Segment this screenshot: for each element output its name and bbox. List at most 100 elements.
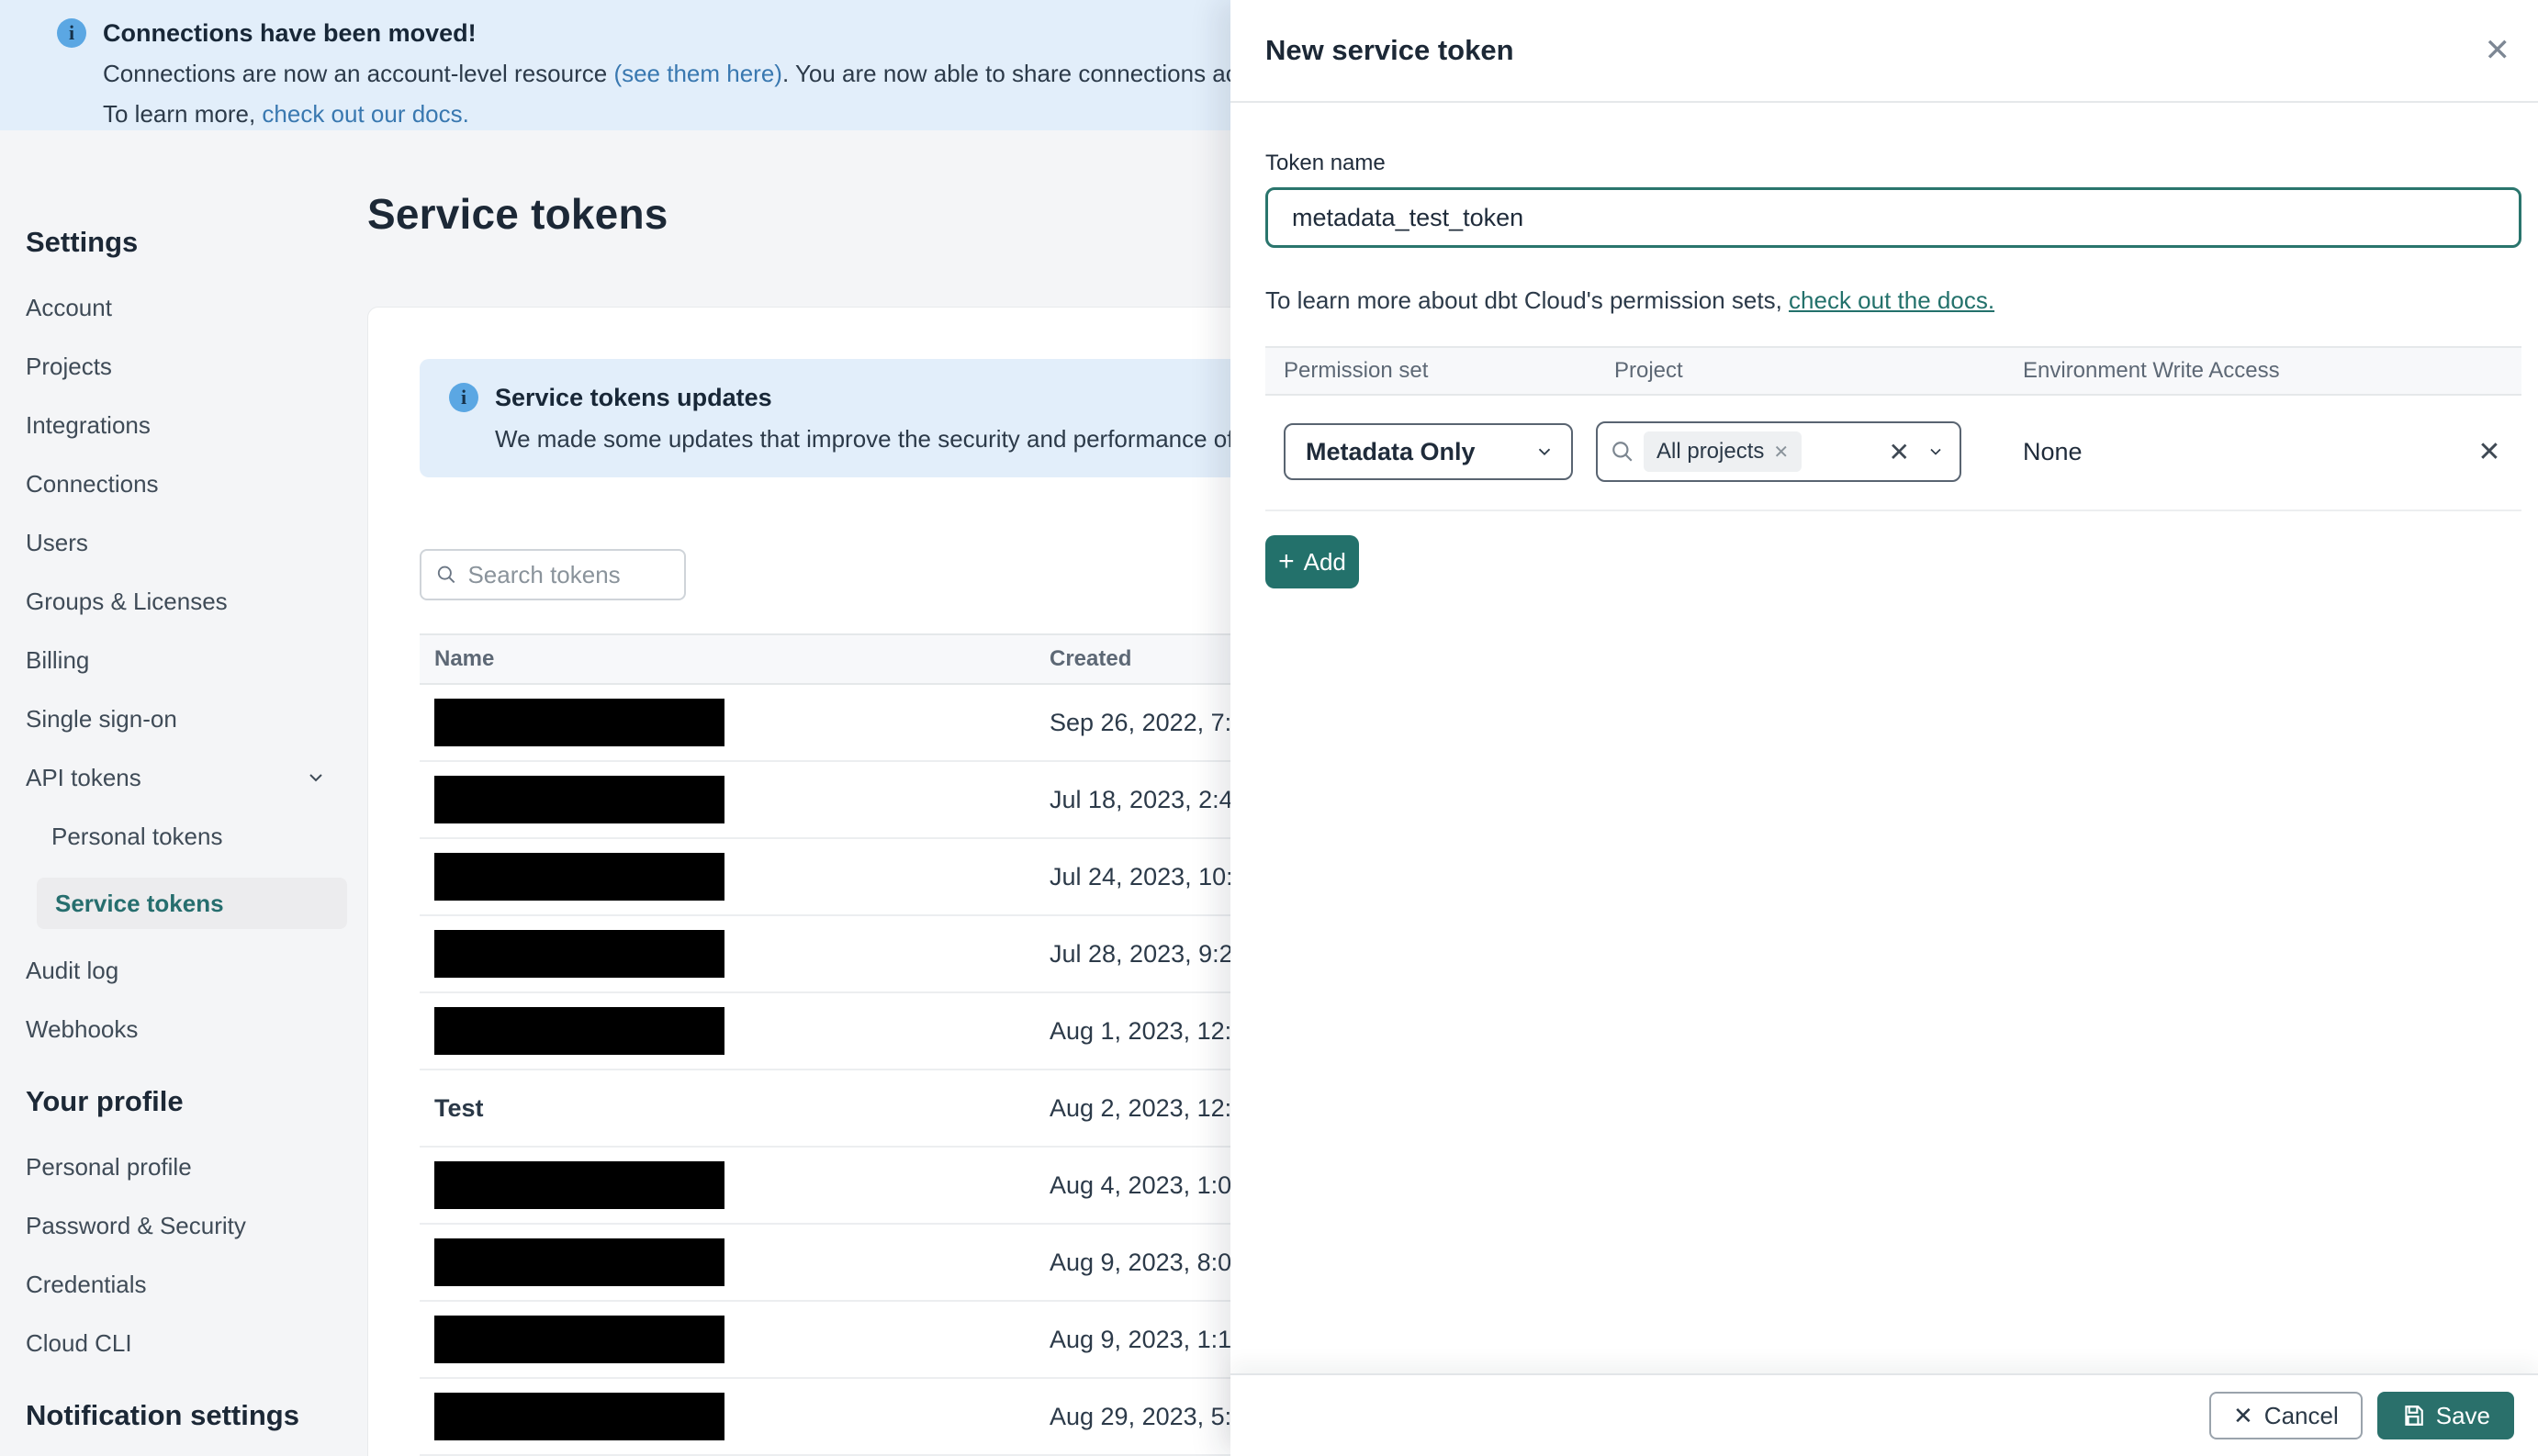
token-name-cell: Test: [420, 1094, 1050, 1123]
sidebar-item-service-tokens[interactable]: Service tokens: [37, 878, 347, 929]
token-name-text: Test: [434, 1093, 484, 1122]
banner-title: Connections have been moved!: [103, 18, 477, 47]
sidebar-item-label: Users: [26, 529, 88, 556]
sidebar-item-integrations[interactable]: Integrations: [26, 411, 347, 439]
sidebar-item-projects[interactable]: Projects: [26, 353, 347, 380]
sidebar-item-webhooks[interactable]: Webhooks: [26, 1015, 347, 1043]
search-tokens-box[interactable]: [420, 549, 686, 600]
close-icon[interactable]: ✕: [2485, 35, 2511, 66]
sidebar-item-cloud-cli[interactable]: Cloud CLI: [26, 1329, 347, 1357]
column-header-project: Project: [1614, 358, 1683, 383]
sidebar-item-users[interactable]: Users: [26, 529, 347, 556]
banner-line2-text: Connections are now an account-level res…: [103, 60, 614, 87]
redacted-token-name: [434, 1393, 724, 1440]
sidebar-heading-settings: Settings: [26, 226, 139, 258]
see-them-here-link[interactable]: (see them here): [613, 60, 782, 87]
permission-row: Metadata Only All projects ✕ ✕ None ✕: [1265, 396, 2521, 511]
sidebar-item-label: Service tokens: [55, 890, 224, 917]
sidebar-item-label: Personal profile: [26, 1153, 192, 1181]
sidebar-item-label: Cloud CLI: [26, 1329, 132, 1357]
close-icon: ✕: [2233, 1401, 2253, 1429]
redacted-token-name: [434, 699, 724, 746]
sidebar-item-label: Integrations: [26, 411, 151, 439]
sidebar-item-credentials[interactable]: Credentials: [26, 1271, 347, 1298]
save-button[interactable]: Save: [2376, 1392, 2514, 1439]
chevron-down-icon: [1534, 442, 1555, 462]
redacted-token-name: [434, 930, 724, 978]
redacted-token-name: [434, 1238, 724, 1286]
drawer-footer: ✕ Cancel Save: [1230, 1373, 2538, 1456]
redacted-token-name: [434, 1161, 724, 1209]
sidebar-item-label: Personal tokens: [51, 823, 223, 850]
sidebar-item-connections[interactable]: Connections: [26, 470, 347, 498]
clear-selection-icon[interactable]: ✕: [1889, 437, 1910, 467]
search-icon: [1612, 442, 1633, 462]
redacted-token-name: [434, 1007, 724, 1055]
token-name-input[interactable]: [1292, 203, 2495, 232]
sidebar-item-audit-log[interactable]: Audit log: [26, 957, 347, 984]
chip-remove-icon[interactable]: ✕: [1773, 441, 1789, 464]
sidebar-item-label: Account: [26, 294, 112, 321]
sidebar-item-label: API tokens: [26, 764, 141, 791]
add-permission-button[interactable]: + Add: [1265, 535, 1359, 588]
token-name-label: Token name: [1265, 151, 1386, 175]
banner-line3-text: To learn more,: [103, 100, 263, 128]
column-header-name: Name: [434, 646, 495, 671]
search-icon: [437, 566, 455, 584]
remove-row-icon[interactable]: ✕: [2457, 436, 2521, 468]
helper-text: To learn more about dbt Cloud's permissi…: [1265, 286, 1790, 314]
column-header-permission-set: Permission set: [1284, 358, 1429, 383]
project-multiselect[interactable]: All projects ✕ ✕: [1596, 421, 1961, 482]
permission-sets-helper: To learn more about dbt Cloud's permissi…: [1265, 286, 2521, 315]
token-name-cell: [420, 776, 1050, 823]
sidebar-item-single-sign-on[interactable]: Single sign-on: [26, 705, 347, 733]
token-name-cell: [420, 1238, 1050, 1286]
info-icon: i: [57, 18, 86, 48]
column-header-env-write-access: Environment Write Access: [2023, 358, 2280, 383]
sidebar-item-label: Single sign-on: [26, 705, 177, 733]
permission-docs-link[interactable]: check out the docs.: [1789, 286, 1994, 314]
token-name-cell: [420, 1393, 1050, 1440]
all-projects-chip[interactable]: All projects ✕: [1644, 431, 1802, 472]
sidebar-item-groups-licenses[interactable]: Groups & Licenses: [26, 588, 347, 615]
permissions-table-header: Permission set Project Environment Write…: [1265, 346, 2521, 396]
sidebar-item-personal-profile[interactable]: Personal profile: [26, 1153, 347, 1181]
chip-label: All projects: [1656, 439, 1765, 464]
drawer-header: New service token ✕: [1230, 0, 2538, 103]
redacted-token-name: [434, 853, 724, 901]
token-name-cell: [420, 699, 1050, 746]
check-docs-link[interactable]: check out our docs.: [262, 100, 468, 128]
sidebar-item-label: Webhooks: [26, 1015, 139, 1043]
redacted-token-name: [434, 776, 724, 823]
sidebar-item-label: Password & Security: [26, 1212, 246, 1239]
sidebar-item-label: Billing: [26, 646, 90, 674]
token-name-field-wrap: [1265, 187, 2521, 248]
sidebar-item-account[interactable]: Account: [26, 294, 347, 321]
token-name-cell: [420, 1316, 1050, 1363]
sidebar-item-personal-tokens[interactable]: Personal tokens: [51, 823, 347, 850]
sidebar-heading-your-profile: Your profile: [26, 1085, 184, 1117]
drawer-title: New service token: [1265, 34, 1514, 66]
drawer-body: Token name To learn more about dbt Cloud…: [1230, 103, 2538, 1373]
app-window: i Connections have been moved! Connectio…: [0, 0, 2538, 1456]
chevron-down-icon: [1926, 442, 1945, 461]
token-name-cell: [420, 930, 1050, 978]
permission-set-select[interactable]: Metadata Only: [1284, 423, 1573, 480]
permission-set-value: Metadata Only: [1306, 437, 1476, 465]
save-icon: [2405, 1406, 2423, 1426]
token-name-cell: [420, 853, 1050, 901]
sidebar-item-label: Connections: [26, 470, 159, 498]
redacted-token-name: [434, 1316, 724, 1363]
search-tokens-input[interactable]: [467, 560, 669, 589]
sidebar-item-api-tokens[interactable]: API tokens: [26, 764, 347, 791]
token-name-cell: [420, 1161, 1050, 1209]
updates-banner-title: Service tokens updates: [495, 383, 772, 411]
cancel-button[interactable]: ✕ Cancel: [2209, 1392, 2363, 1439]
info-icon: i: [449, 383, 478, 412]
sidebar-item-password-security[interactable]: Password & Security: [26, 1212, 347, 1239]
env-write-access-value: None: [2023, 437, 2083, 465]
sidebar-item-label: Audit log: [26, 957, 119, 984]
new-service-token-drawer: New service token ✕ Token name To learn …: [1230, 0, 2538, 1456]
sidebar-item-billing[interactable]: Billing: [26, 646, 347, 674]
add-button-label: Add: [1303, 547, 1346, 576]
